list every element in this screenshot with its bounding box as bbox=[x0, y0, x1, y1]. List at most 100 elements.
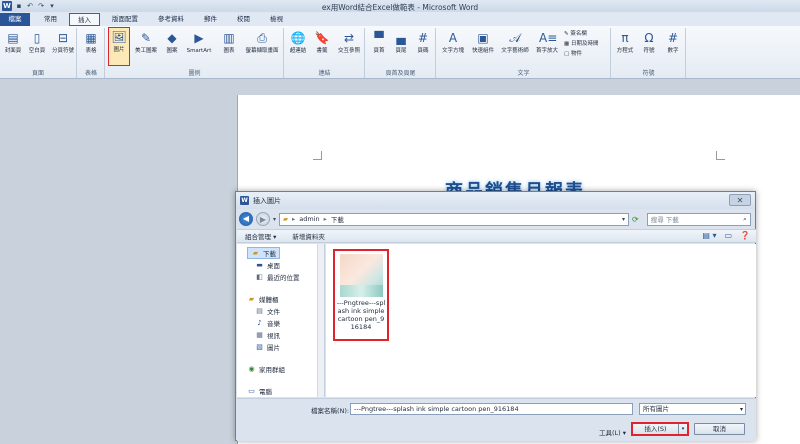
folder-icon: ▰ bbox=[283, 215, 289, 223]
page-break-button[interactable]: ⊟ 分頁符號 bbox=[50, 29, 76, 55]
nav-item-computer[interactable]: ▭ 電腦 bbox=[247, 386, 272, 396]
group-tables: ▦ 表格 表格 bbox=[78, 28, 105, 78]
table-button[interactable]: ▦ 表格 bbox=[80, 29, 102, 55]
dialog-close-button[interactable]: ✕ bbox=[729, 194, 751, 206]
group-symbols: π 方程式 Ω 符號 # 數字 符號 bbox=[612, 28, 686, 78]
number-button[interactable]: # 數字 bbox=[662, 29, 684, 55]
dialog-title: 插入圖片 bbox=[253, 196, 281, 205]
tab-review[interactable]: 校閱 bbox=[229, 13, 258, 26]
tab-file[interactable]: 檔案 bbox=[0, 13, 30, 26]
text-box-button[interactable]: A 文字方塊 bbox=[439, 29, 467, 55]
page-number-icon: # bbox=[417, 31, 429, 45]
nav-item-recent[interactable]: ◧ 最近的位置 bbox=[255, 272, 299, 282]
text-box-label: 文字方塊 bbox=[441, 48, 464, 54]
wordart-icon: 𝒜 bbox=[509, 31, 521, 45]
customize-icon[interactable]: ▾ bbox=[48, 2, 56, 10]
tab-home[interactable]: 常用 bbox=[36, 13, 65, 26]
shapes-icon: ◆ bbox=[167, 31, 177, 45]
group-illustrations: 🖼 圖片 ✎ 美工圖案 ◆ 圖案 ▶ SmartArt ▥ 圖表 ⎙ 螢幕擷取畫面 圖例 bbox=[106, 27, 284, 78]
path-segment-downloads[interactable]: 下載 bbox=[331, 214, 344, 224]
organize-button[interactable]: 組合管理 ▾ bbox=[237, 231, 284, 241]
date-time-button[interactable]: ▦ 日期及時間 bbox=[564, 40, 598, 48]
nav-item-label: 下載 bbox=[263, 250, 276, 258]
blank-page-label: 空白頁 bbox=[28, 48, 46, 54]
header-button[interactable]: ▀ 頁首 bbox=[368, 29, 390, 55]
refresh-icon[interactable]: ⟳ bbox=[632, 215, 639, 224]
nav-item-homegroup[interactable]: ◉ 家用群組 bbox=[247, 364, 285, 374]
table-icon: ▦ bbox=[85, 31, 97, 45]
symbol-button[interactable]: Ω 符號 bbox=[638, 29, 660, 55]
page-number-button[interactable]: # 頁碼 bbox=[412, 29, 434, 55]
redo-icon[interactable]: ↷ bbox=[37, 2, 45, 10]
tab-view[interactable]: 檢視 bbox=[262, 13, 291, 26]
header-icon: ▀ bbox=[374, 31, 384, 45]
drop-cap-button[interactable]: A≡ 首字放大 bbox=[533, 29, 561, 55]
nav-item-documents[interactable]: ▤ 文件 bbox=[255, 306, 280, 316]
hyperlink-button[interactable]: 🌐 超連結 bbox=[287, 29, 309, 55]
nav-item-music[interactable]: ♪ 音樂 bbox=[255, 318, 280, 328]
tab-references[interactable]: 參考資料 bbox=[150, 13, 192, 26]
footer-button[interactable]: ▄ 頁尾 bbox=[390, 29, 412, 55]
cancel-button[interactable]: 取消 bbox=[694, 423, 745, 435]
smartart-icon: ▶ bbox=[194, 31, 204, 45]
tab-insert[interactable]: 插入 bbox=[69, 13, 100, 26]
object-button[interactable]: ▢ 物件 bbox=[564, 50, 582, 58]
clip-art-icon: ✎ bbox=[140, 31, 152, 45]
back-arrow-icon[interactable]: ◀ bbox=[239, 212, 253, 226]
file-item[interactable]: ---Pngtree---splash ink simple cartoon p… bbox=[333, 249, 389, 341]
history-dropdown-icon[interactable]: ▾ bbox=[273, 216, 276, 223]
file-type-select[interactable]: 所有圖片 ▾ bbox=[639, 403, 746, 415]
path-segment-admin[interactable]: admin bbox=[299, 215, 319, 223]
computer-icon: ▭ bbox=[248, 387, 255, 395]
nav-item-pictures[interactable]: ▧ 圖片 bbox=[255, 342, 280, 352]
help-icon[interactable]: ❓ bbox=[740, 231, 750, 240]
nav-item-desktop[interactable]: ▬ 桌面 bbox=[255, 260, 280, 270]
pi-icon: π bbox=[621, 31, 629, 45]
blank-page-button[interactable]: ▯ 空白頁 bbox=[26, 29, 48, 55]
equation-button[interactable]: π 方程式 bbox=[614, 29, 636, 55]
insert-dropdown-icon[interactable]: ▾ bbox=[678, 424, 687, 434]
videos-icon: ▦ bbox=[256, 331, 263, 339]
smartart-button[interactable]: ▶ SmartArt bbox=[184, 29, 214, 55]
tab-mailings[interactable]: 郵件 bbox=[196, 13, 225, 26]
undo-icon[interactable]: ↶ bbox=[26, 2, 34, 10]
wordart-button[interactable]: 𝒜 文字藝術師 bbox=[499, 29, 531, 55]
new-folder-button[interactable]: 新增資料夾 bbox=[284, 231, 333, 241]
date-time-icon: ▦ bbox=[564, 41, 571, 47]
tools-button[interactable]: 工具(L) ▾ bbox=[599, 427, 626, 437]
group-text-label: 文字 bbox=[517, 70, 530, 77]
insert-button[interactable]: 插入(S) ▾ bbox=[631, 422, 689, 436]
nav-item-downloads[interactable]: ▰ 下載 bbox=[247, 247, 280, 259]
chart-button[interactable]: ▥ 圖表 bbox=[218, 29, 240, 55]
picture-button[interactable]: 🖼 圖片 bbox=[108, 27, 130, 66]
path-box[interactable]: ▰ ▸ admin ▸ 下載 ▾ bbox=[279, 212, 630, 226]
nav-item-label: 家用群組 bbox=[259, 366, 285, 374]
dialog-title-bar: W 插入圖片 bbox=[236, 192, 755, 209]
shapes-button[interactable]: ◆ 圖案 bbox=[161, 29, 183, 55]
navigation-pane: ▰ 下載 ▬ 桌面 ◧ 最近的位置 ▰ 媒體櫃 ▤ 文件 ♪ 音樂 ▦ 視訊 ▧ 圖片 ◉ 家用群… bbox=[237, 244, 325, 397]
bookmark-button[interactable]: 🔖 書籤 bbox=[311, 29, 333, 55]
quick-parts-button[interactable]: ▣ 快速組件 bbox=[469, 29, 497, 55]
word-logo-icon[interactable]: W bbox=[2, 1, 12, 11]
cover-page-button[interactable]: ▤ 封面頁 bbox=[2, 29, 24, 55]
cross-reference-button[interactable]: ⇄ 交互參照 bbox=[335, 29, 363, 55]
search-input[interactable]: 搜尋 下載 ⌕ bbox=[646, 212, 751, 226]
quick-parts-label: 快速組件 bbox=[471, 48, 494, 54]
preview-pane-icon[interactable]: ▭ bbox=[724, 231, 732, 240]
forward-arrow-icon[interactable]: ▶ bbox=[256, 212, 270, 226]
clip-art-button[interactable]: ✎ 美工圖案 bbox=[133, 29, 159, 55]
path-dropdown-icon[interactable]: ▾ bbox=[622, 216, 625, 223]
screenshot-button[interactable]: ⎙ 螢幕擷取畫面 bbox=[242, 29, 282, 55]
desktop-icon: ▬ bbox=[256, 261, 263, 269]
nav-item-libraries[interactable]: ▰ 媒體櫃 bbox=[247, 294, 279, 304]
tab-page-layout[interactable]: 版面配置 bbox=[104, 13, 146, 26]
nav-item-label: 音樂 bbox=[267, 320, 280, 328]
navigation-scrollbar[interactable] bbox=[317, 244, 324, 397]
save-icon[interactable]: ▪ bbox=[15, 2, 23, 10]
filename-input[interactable]: ---Pngtree---splash ink simple cartoon p… bbox=[350, 403, 633, 415]
nav-item-videos[interactable]: ▦ 視訊 bbox=[255, 330, 280, 340]
recent-places-icon: ◧ bbox=[256, 273, 263, 281]
dialog-toolbar: 組合管理 ▾ 新增資料夾 ▤ ▾ ▭ ❓ bbox=[237, 229, 756, 243]
signature-line-button[interactable]: ✎ 簽名欄 bbox=[564, 30, 587, 38]
view-options-icon[interactable]: ▤ ▾ bbox=[702, 231, 716, 240]
